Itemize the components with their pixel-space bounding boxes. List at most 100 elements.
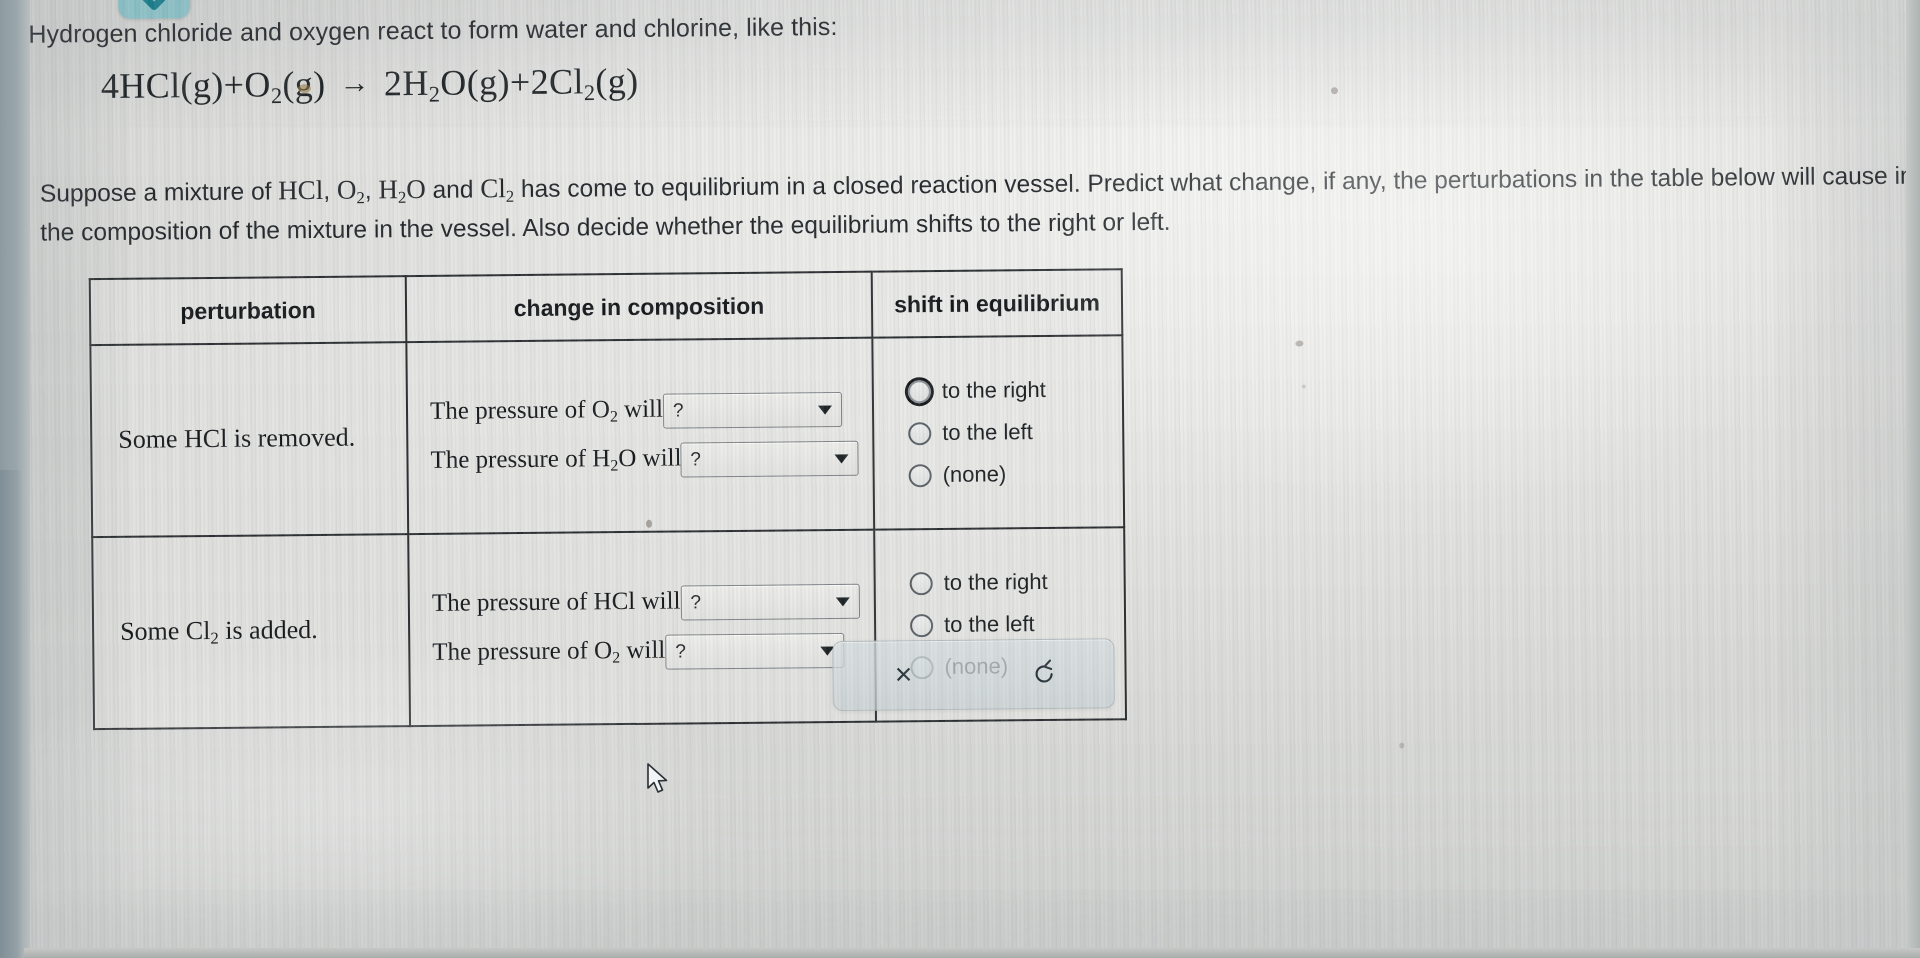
monitor-bezel-left-lower <box>0 470 24 958</box>
equation-product-2-state: (g) <box>595 60 639 102</box>
change-species: O <box>593 637 613 665</box>
table-row: Some HCl is removed. The pressure of O2 … <box>90 335 1125 538</box>
chemical-equation: 4HCl(g)+O2(g)→2H2O(g)+2Cl2(g) <box>101 60 639 111</box>
change-label-suffix: will <box>617 395 664 424</box>
change-line: The pressure of H2O will ? <box>430 440 859 480</box>
radio-icon <box>908 463 932 487</box>
equation-product-coeff-1: 2 <box>383 63 403 104</box>
change-species: H <box>592 445 611 473</box>
equation-product-1-sub: 2 <box>428 81 441 107</box>
equation-plus-2: + <box>509 61 531 103</box>
dust-speck <box>1301 384 1306 389</box>
dust-speck <box>1295 340 1304 347</box>
shift-option-left-1[interactable]: to the left <box>908 418 1122 446</box>
paragraph-sep-2: , <box>364 177 379 205</box>
radio-icon <box>909 571 933 595</box>
change-species-rest: O <box>618 445 637 473</box>
change-species-sub: 2 <box>609 408 618 426</box>
paragraph-chem-o2-sub: 2 <box>356 188 365 208</box>
change-label-suffix: will <box>636 444 682 473</box>
change-label-2-1: The pressure of HCl will <box>432 588 681 621</box>
header-perturbation: perturbation <box>89 276 407 346</box>
perturbation-suffix-1: is removed. <box>227 422 356 453</box>
change-label-1-2: The pressure of H2O will <box>430 444 682 478</box>
paragraph-part-1: Suppose a mixture of <box>39 178 279 208</box>
pressure-select-2-1[interactable]: ? <box>680 583 860 621</box>
change-cell-1: The pressure of O2 will ? The pressure o… <box>406 337 875 535</box>
pressure-select-2-2[interactable]: ? <box>665 632 845 670</box>
paragraph-chem-o2-base: O <box>336 174 357 205</box>
change-species: O <box>591 396 610 424</box>
pressure-select-2-2-value: ? <box>675 640 686 663</box>
change-line: The pressure of HCl will ? <box>432 583 860 623</box>
change-species-sub: 2 <box>610 457 619 475</box>
change-label-prefix: The pressure of <box>431 588 594 618</box>
pressure-select-1-1-value: ? <box>672 399 684 422</box>
header-change-in-composition: change in composition <box>405 271 873 343</box>
paragraph-sep-3: and <box>425 176 481 204</box>
paragraph-chem-o2: O2 <box>336 174 365 208</box>
pressure-select-1-2[interactable]: ? <box>680 440 859 478</box>
pressure-select-1-2-value: ? <box>690 448 701 470</box>
paragraph-sep-1: , <box>323 177 338 205</box>
instructions-paragraph: Suppose a mixture of HCl, O2, H2O and Cl… <box>40 154 1920 254</box>
undo-arrow-icon <box>1029 656 1057 691</box>
equation-product-1-rest: O(g) <box>440 62 511 103</box>
radio-icon <box>909 613 934 637</box>
reaction-arrow-icon: → <box>339 66 371 100</box>
equation-reactant-coeff-1: 4 <box>100 65 120 107</box>
header-shift-in-equilibrium: shift in equilibrium <box>871 269 1123 338</box>
chevron-down-icon[interactable] <box>117 0 191 19</box>
change-label-2-2: The pressure of O2 will <box>432 637 665 670</box>
equation-product-2: Cl <box>548 61 585 102</box>
pressure-select-1-1[interactable]: ? <box>662 391 843 429</box>
shift-option-left-2[interactable]: to the left <box>909 610 1124 638</box>
shift-option-label: to the right <box>941 376 1046 403</box>
change-line: The pressure of O2 will ? <box>432 632 860 672</box>
reset-button[interactable] <box>973 639 1114 708</box>
dust-speck <box>1399 742 1405 749</box>
shift-cell-1: to the right to the left (none) <box>872 335 1125 530</box>
shift-option-none-1[interactable]: (none) <box>908 460 1123 488</box>
perturbation-cell-1: Some HCl is removed. <box>90 342 409 538</box>
shift-option-right-2[interactable]: to the right <box>909 568 1124 596</box>
shift-option-label: to the left <box>942 419 1033 445</box>
perturbation-cell-2: Some Cl2 is added. <box>92 534 411 730</box>
paragraph-chem-cl2-base: Cl <box>480 173 506 204</box>
perturbation-species-sub-2: 2 <box>210 628 219 648</box>
dust-speck <box>1330 87 1339 95</box>
equation-plus-1: + <box>223 64 245 105</box>
change-line: The pressure of O2 will ? <box>430 391 858 431</box>
change-label-prefix: The pressure of <box>430 445 593 475</box>
screen-photograph: Hydrogen chloride and oxygen react to fo… <box>0 0 1920 958</box>
monitor-bezel-bottom <box>0 948 1920 958</box>
clear-button[interactable]: × <box>833 641 974 710</box>
paragraph-chem-h2o: H2O <box>378 173 426 207</box>
equation-product-coeff-2: 2 <box>530 61 550 102</box>
shift-option-right-1[interactable]: to the right <box>907 376 1122 404</box>
chevron-down-icon <box>817 405 833 415</box>
chevron-down-icon <box>835 596 850 607</box>
dust-speck <box>297 84 311 94</box>
shift-option-label: to the left <box>943 611 1035 637</box>
table-header-row: perturbation change in composition shift… <box>89 269 1123 346</box>
change-species-sub: 2 <box>612 649 621 667</box>
equation-reactant-2-sub: 2 <box>270 82 283 109</box>
change-label-1-1: The pressure of O2 will <box>430 396 663 429</box>
chevron-down-icon <box>834 453 849 464</box>
action-bar: × <box>832 638 1115 712</box>
shift-option-label: (none) <box>942 461 1007 487</box>
perturbation-prefix-1: Some <box>118 423 185 454</box>
equation-reactant-1: HCl(g) <box>119 64 224 106</box>
radio-icon <box>908 421 932 445</box>
intro-text: Hydrogen chloride and oxygen react to fo… <box>28 12 838 49</box>
paragraph-chem-h2o-rest: O <box>406 173 426 205</box>
change-label-prefix: The pressure of <box>429 396 592 426</box>
equation-product-1: H <box>402 62 429 104</box>
paragraph-chem-h2o-base: H <box>378 174 399 205</box>
change-species: HCl <box>593 588 636 616</box>
monitor-bezel-right <box>1906 0 1920 958</box>
dust-speck <box>646 519 653 528</box>
screen-content: Hydrogen chloride and oxygen react to fo… <box>0 0 1920 958</box>
radio-icon <box>907 379 931 403</box>
